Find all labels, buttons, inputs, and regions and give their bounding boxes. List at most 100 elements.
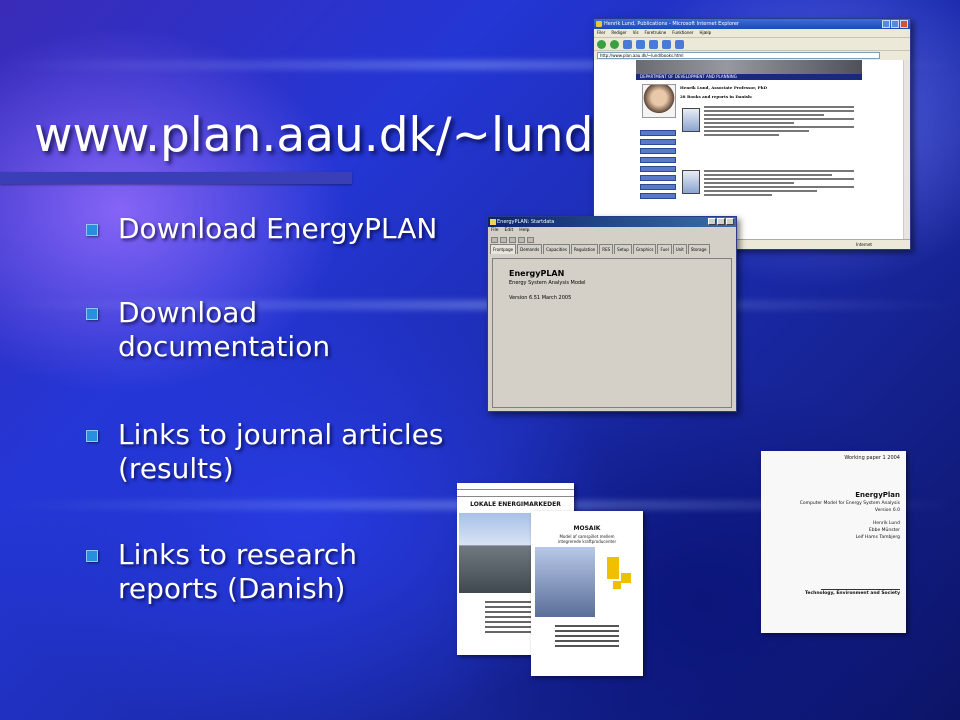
energyplan-menubar: File Edit Help xyxy=(488,227,736,235)
tab-storage: Storage xyxy=(687,244,710,254)
bullet-text: Links to journal articles xyxy=(118,418,444,451)
cover-footer: Technology, Environment and Society xyxy=(804,591,900,596)
cover-authors xyxy=(555,625,619,650)
tab-demands: Demands xyxy=(517,244,543,254)
tab-graphics: Graphics xyxy=(632,244,657,254)
run-icon xyxy=(518,236,525,243)
cover-subtitle: Computer Model for Energy System Analysi… xyxy=(799,501,900,506)
tab-capacities: Capacities xyxy=(543,244,570,254)
bullet-square-icon xyxy=(86,430,98,442)
menu-item: Edit xyxy=(504,228,514,233)
book-thumbnail xyxy=(682,108,700,132)
report-cover-mosaik: MOSAIK Model af samspillet mellem integr… xyxy=(531,511,643,676)
nav-button xyxy=(640,175,676,181)
address-bar: http://www.plan.aau.dk/~lund/books.html xyxy=(594,51,910,60)
cover-title: LOKALE ENERGIMARKEDER xyxy=(470,501,561,508)
department-banner: DEPARTMENT OF DEVELOPMENT AND PLANNING xyxy=(636,74,862,80)
favorites-icon xyxy=(675,39,684,49)
forward-icon xyxy=(610,39,619,49)
maximize-icon xyxy=(717,218,725,225)
cover-author: Leif Hams Tambjerg xyxy=(855,535,900,540)
bullet-text: (results) xyxy=(118,452,234,485)
tab-regulation: Regulation xyxy=(570,244,599,254)
nav-button xyxy=(640,130,676,136)
energyplan-screenshot: EnergyPLAN: Startdata File Edit Help Fro… xyxy=(487,216,737,412)
page-navigation xyxy=(640,130,676,202)
bullet-text: documentation xyxy=(118,330,331,363)
browser-toolbar xyxy=(594,37,910,51)
menu-item: File xyxy=(491,228,499,233)
cover-title: MOSAIK xyxy=(573,525,601,532)
app-icon xyxy=(490,219,496,225)
bullet-square-icon xyxy=(86,550,98,562)
search-icon xyxy=(662,39,671,49)
nav-button xyxy=(640,166,676,172)
nav-button xyxy=(640,139,676,145)
window-controls xyxy=(708,218,734,225)
chart-icon xyxy=(527,236,534,243)
bullet-item: Links to journal articles (results) xyxy=(86,418,466,486)
cover-series: Working paper 1 2004 xyxy=(844,455,900,461)
close-icon xyxy=(900,20,908,28)
title-underline xyxy=(0,172,352,184)
cover-author: Ebbe Münster xyxy=(868,528,900,533)
cover-version: Version 6.0 xyxy=(874,508,900,513)
bullet-item: Download documentation xyxy=(86,296,466,364)
tab-fuel: Fuel xyxy=(657,244,672,254)
cover-divider xyxy=(821,589,900,590)
browser-menubar: Filer Rediger Vis Foretrukne Funktioner … xyxy=(594,29,910,37)
bullet-square-icon xyxy=(86,308,98,320)
close-icon xyxy=(726,218,734,225)
nav-button xyxy=(640,157,676,163)
menu-item: Hjælp xyxy=(699,30,712,35)
browser-window-title: Henrik Lund, Publications - Microsoft In… xyxy=(604,21,739,27)
energyplan-subtitle: Energy System Analysis Model xyxy=(509,280,586,286)
browser-scrollbar xyxy=(903,60,910,240)
book-thumbnail xyxy=(682,170,700,194)
energyplan-toolbar xyxy=(488,235,736,244)
bullet-text: reports (Danish) xyxy=(118,572,346,605)
energyplan-titlebar: EnergyPLAN: Startdata xyxy=(488,217,736,227)
report-cover-energyplan: Working paper 1 2004 EnergyPlan Computer… xyxy=(761,451,906,633)
bullet-text: Download xyxy=(118,296,258,329)
energyplan-window-title: EnergyPLAN: Startdata xyxy=(497,219,555,225)
menu-item: Filer xyxy=(597,30,606,35)
energyplan-frontpage: EnergyPLAN Energy System Analysis Model … xyxy=(492,258,732,408)
cover-title: EnergyPlan xyxy=(855,491,900,499)
address-field: http://www.plan.aau.dk/~lund/books.html xyxy=(597,52,880,59)
bullet-square-icon xyxy=(86,224,98,236)
open-icon xyxy=(491,236,498,243)
back-icon xyxy=(597,39,606,49)
cover-band xyxy=(457,489,574,497)
tab-res: RES xyxy=(599,244,614,254)
menu-item: Vis xyxy=(632,30,639,35)
minimize-icon xyxy=(708,218,716,225)
university-banner xyxy=(636,60,862,74)
print-icon xyxy=(509,236,516,243)
cover-subtitle-line: integrerede kraftproducenter xyxy=(557,539,617,544)
bullet-text: Download EnergyPLAN xyxy=(118,212,438,245)
menu-item: Funktioner xyxy=(672,30,694,35)
window-controls xyxy=(882,20,908,28)
nav-button xyxy=(640,193,676,199)
energyplan-version: Version 6.51 March 2005 xyxy=(509,295,572,301)
maximize-icon xyxy=(891,20,899,28)
cover-subtitle: Model af samspillet mellem integrerede k… xyxy=(531,534,643,544)
person-name: Henrik Lund, Associate Professor, PhD xyxy=(680,85,768,90)
energyplan-name: EnergyPLAN xyxy=(509,269,565,278)
book-description xyxy=(704,106,854,138)
status-zone: Internet xyxy=(856,242,872,247)
browser-titlebar: Henrik Lund, Publications - Microsoft In… xyxy=(594,19,910,29)
portrait-photo xyxy=(642,84,676,118)
denmark-map xyxy=(603,553,633,593)
save-icon xyxy=(500,236,507,243)
menu-item: Foretrukne xyxy=(644,30,667,35)
bullet-text: Links to research xyxy=(118,538,357,571)
slide-title: www.plan.aau.dk/~lund xyxy=(34,108,594,163)
refresh-icon xyxy=(636,39,645,49)
bullet-item: Links to research reports (Danish) xyxy=(86,538,466,606)
bullet-item: Download EnergyPLAN xyxy=(86,212,466,246)
nav-button xyxy=(640,184,676,190)
book-description xyxy=(704,170,854,198)
stop-icon xyxy=(623,39,632,49)
